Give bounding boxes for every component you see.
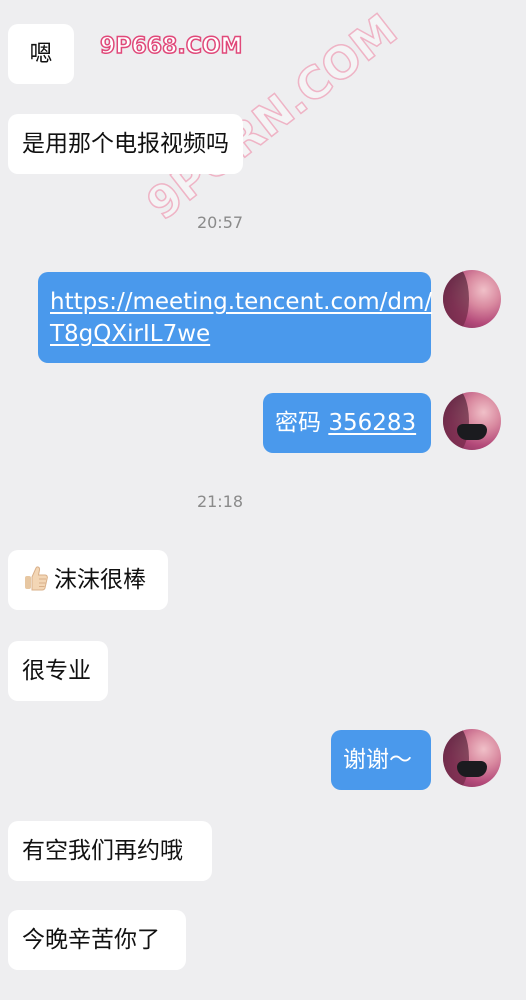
incoming-message[interactable]: 沫沫很棒 (8, 550, 168, 610)
message-text: 谢谢～ (343, 747, 412, 773)
incoming-message[interactable]: 今晚辛苦你了 (8, 910, 186, 970)
message-text: 今晚辛苦你了 (22, 927, 160, 953)
incoming-message[interactable]: 有空我们再约哦 (8, 821, 212, 881)
password-label: 密码 (275, 410, 321, 436)
outgoing-message[interactable]: 谢谢～ (331, 730, 431, 790)
message-text: 有空我们再约哦 (22, 838, 183, 864)
meeting-link-line-1[interactable]: https://meeting.tencent.com/dm/ (50, 286, 432, 318)
password-code[interactable]: 356283 (328, 410, 416, 436)
timestamp: 21:18 (196, 492, 244, 511)
meeting-link-line-2[interactable]: T8gQXirIL7we (50, 318, 419, 350)
incoming-message[interactable]: 是用那个电报视频吗 (8, 114, 243, 174)
incoming-message[interactable]: 很专业 (8, 641, 108, 701)
message-text: 是用那个电报视频吗 (22, 131, 229, 157)
avatar-hair (443, 729, 469, 787)
avatar-mask (457, 424, 487, 440)
avatar-hair (443, 392, 469, 450)
message-text: 沫沫很棒 (54, 567, 146, 593)
outgoing-message[interactable]: https://meeting.tencent.com/dm/ T8gQXirI… (38, 272, 432, 363)
watermark-text: 9P668.COM (99, 33, 243, 60)
incoming-message[interactable]: 嗯 (8, 24, 74, 84)
avatar-mask (457, 761, 487, 777)
avatar[interactable] (443, 392, 501, 450)
avatar[interactable] (443, 729, 501, 787)
message-text: 嗯 (29, 41, 53, 67)
avatar[interactable] (443, 270, 501, 328)
avatar-hair (443, 270, 469, 328)
thumbs-up-icon (25, 566, 48, 591)
outgoing-message[interactable]: 密码 356283 (263, 393, 431, 453)
message-text: 很专业 (22, 658, 91, 684)
timestamp: 20:57 (196, 213, 244, 232)
